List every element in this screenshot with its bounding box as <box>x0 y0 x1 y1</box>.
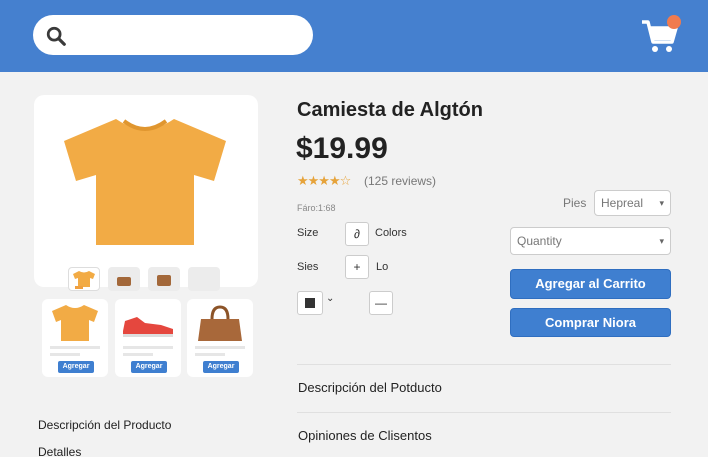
search-input[interactable] <box>33 15 313 55</box>
buy-now-button[interactable]: Comprar Niora <box>510 308 671 337</box>
left-nav-details[interactable]: Detalles <box>38 445 81 457</box>
size-option-button[interactable]: ∂ <box>345 222 369 246</box>
rating-stars: ★★★★☆ <box>297 173 351 188</box>
thumbnail-strip <box>68 267 220 291</box>
related-item[interactable]: Agregar <box>42 299 108 377</box>
placeholder-line <box>123 346 173 349</box>
section-customer-reviews[interactable]: Opiniones de Clisentos <box>298 428 432 443</box>
color-swatch-select[interactable] <box>297 291 323 315</box>
thumbnail-tshirt[interactable] <box>68 267 100 291</box>
add-button[interactable]: Agregar <box>131 361 167 373</box>
chevron-down-icon: ▾ <box>659 198 664 208</box>
add-to-cart-button[interactable]: Agregar al Carrito <box>510 269 671 299</box>
sneaker-icon <box>123 317 173 337</box>
placeholder-line <box>50 353 80 356</box>
chevron-down-icon[interactable]: ⌄ <box>326 293 334 304</box>
active-indicator <box>75 286 83 289</box>
placeholder-line <box>195 353 225 356</box>
lo-label: Lo <box>376 261 389 273</box>
quantity-select[interactable]: Quantity ▾ <box>510 227 671 255</box>
bag-icon <box>157 275 171 286</box>
thumbnail-bag[interactable] <box>108 267 140 291</box>
add-button[interactable]: Agregar <box>58 361 94 373</box>
tshirt-icon <box>52 305 98 341</box>
placeholder-line <box>123 353 153 356</box>
thumbnail-bag-2[interactable] <box>148 267 180 291</box>
section-product-description[interactable]: Descripción del Potducto <box>298 380 442 395</box>
product-title: Camiesta de Algtón <box>297 99 483 121</box>
cart-badge <box>667 15 681 29</box>
chevron-down-icon: ▾ <box>659 236 664 246</box>
sizes-label: Sies <box>297 261 319 273</box>
thumbnail-empty[interactable] <box>188 267 220 291</box>
divider <box>297 364 671 365</box>
product-sku: Fáro:1:68 <box>297 203 336 213</box>
left-nav-description[interactable]: Descripción del Producto <box>38 418 171 432</box>
review-count[interactable]: (125 reviews) <box>364 174 436 188</box>
quantity-select-value: Quantity <box>517 234 562 248</box>
pies-label: Pies <box>563 196 587 210</box>
pies-select[interactable]: Hepreal ▾ <box>594 190 671 216</box>
plus-button[interactable]: + <box>345 255 369 279</box>
related-item[interactable]: Agregar <box>187 299 253 377</box>
handbag-icon <box>198 305 242 341</box>
minus-button[interactable]: — <box>369 291 393 315</box>
pies-select-value: Hepreal <box>601 196 644 210</box>
size-label: Size <box>297 227 319 239</box>
bag-icon <box>117 277 131 286</box>
color-swatch <box>305 298 315 308</box>
related-item[interactable]: Agregar <box>115 299 181 377</box>
add-button[interactable]: Agregar <box>203 361 239 373</box>
colors-label: Colors <box>375 227 407 239</box>
product-price: $19.99 <box>296 132 388 165</box>
tshirt-icon <box>64 119 226 245</box>
search-icon <box>46 26 66 46</box>
divider <box>297 412 671 413</box>
product-main-image[interactable] <box>34 95 258 287</box>
placeholder-line <box>50 346 100 349</box>
placeholder-line <box>195 346 245 349</box>
tshirt-icon <box>73 271 95 287</box>
